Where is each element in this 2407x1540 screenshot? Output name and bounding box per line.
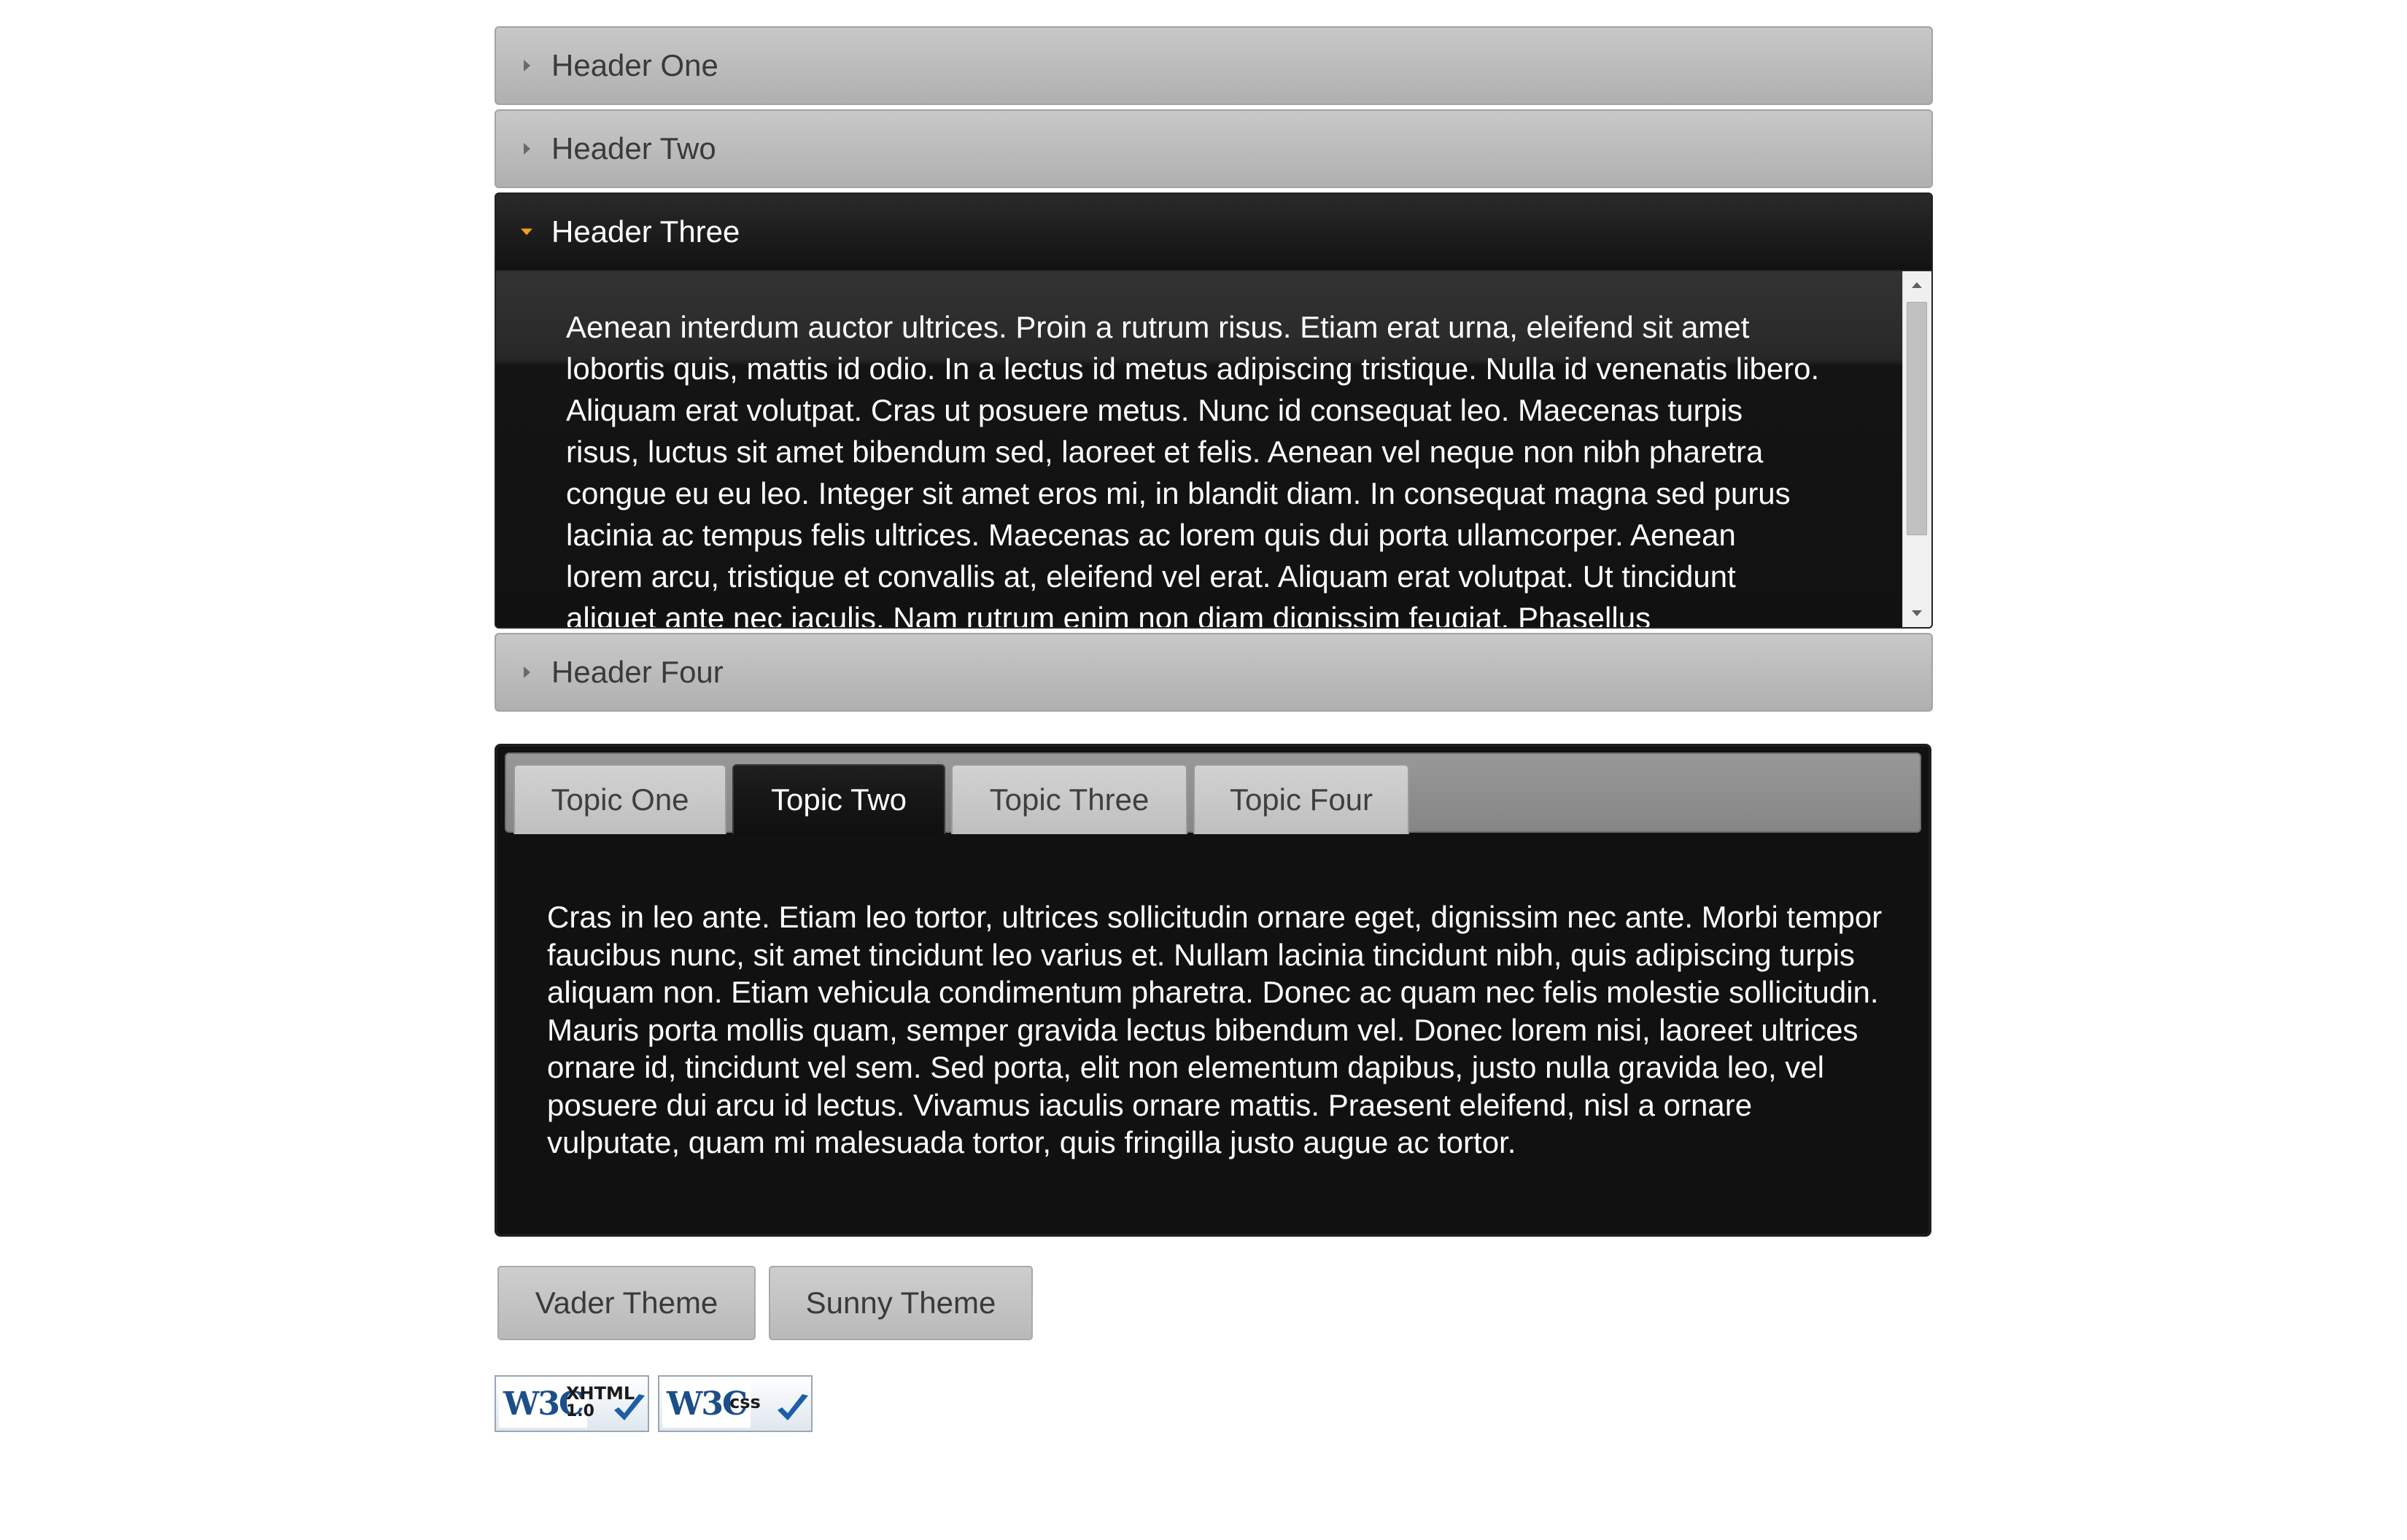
sunny-theme-button[interactable]: Sunny Theme — [769, 1266, 1033, 1340]
tab-topic-three[interactable]: Topic Three — [951, 764, 1187, 834]
accordion-header-four[interactable]: Header Four — [495, 633, 1933, 712]
triangle-right-icon — [524, 666, 530, 678]
vader-theme-button[interactable]: Vader Theme — [497, 1266, 756, 1340]
tab-topic-two[interactable]: Topic Two — [732, 764, 945, 834]
accordion-header-label: Header Two — [551, 131, 716, 166]
panel-scrollbar[interactable] — [1902, 271, 1931, 627]
tab-bar: Topic One Topic Two Topic Three Topic Fo… — [505, 752, 1921, 834]
accordion-header-label: Header Four — [551, 655, 724, 689]
triangle-right-icon — [524, 143, 530, 155]
triangle-down-icon — [521, 228, 532, 236]
checkmark-icon — [778, 1394, 808, 1420]
scroll-down-button[interactable] — [1903, 599, 1931, 627]
accordion-header-label: Header One — [551, 48, 718, 82]
checkmark-icon — [614, 1394, 645, 1420]
scroll-up-button[interactable] — [1903, 271, 1931, 299]
accordion-header-one[interactable]: Header One — [495, 26, 1933, 105]
accordion-header-label: Header Three — [551, 214, 740, 249]
page-container: Header One Header Two Header Three Aenea… — [495, 26, 1933, 1237]
tab-topic-four[interactable]: Topic Four — [1193, 764, 1409, 834]
tab-panel-text: Cras in leo ante. Etiam leo tortor, ultr… — [547, 900, 1883, 1159]
accordion-header-two[interactable]: Header Two — [495, 109, 1933, 188]
arrow-up-icon — [1912, 282, 1922, 288]
css-label: css — [729, 1392, 761, 1412]
accordion-header-three[interactable]: Header Three — [495, 192, 1933, 271]
css-badge-label: css — [729, 1393, 761, 1412]
triangle-right-icon — [524, 60, 530, 71]
tab-topic-one[interactable]: Topic One — [513, 764, 726, 834]
arrow-down-icon — [1912, 610, 1922, 616]
tabs-widget: Topic One Topic Two Topic Three Topic Fo… — [495, 744, 1931, 1237]
scrollbar-thumb[interactable] — [1907, 302, 1927, 535]
accordion-panel-three: Aenean interdum auctor ultrices. Proin a… — [495, 271, 1933, 629]
w3c-xhtml-badge[interactable]: W3C XHTML 1.0 — [495, 1375, 649, 1432]
w3c-css-badge[interactable]: W3C css — [658, 1375, 813, 1432]
accordion-panel-text: Aenean interdum auctor ultrices. Proin a… — [566, 310, 1820, 629]
